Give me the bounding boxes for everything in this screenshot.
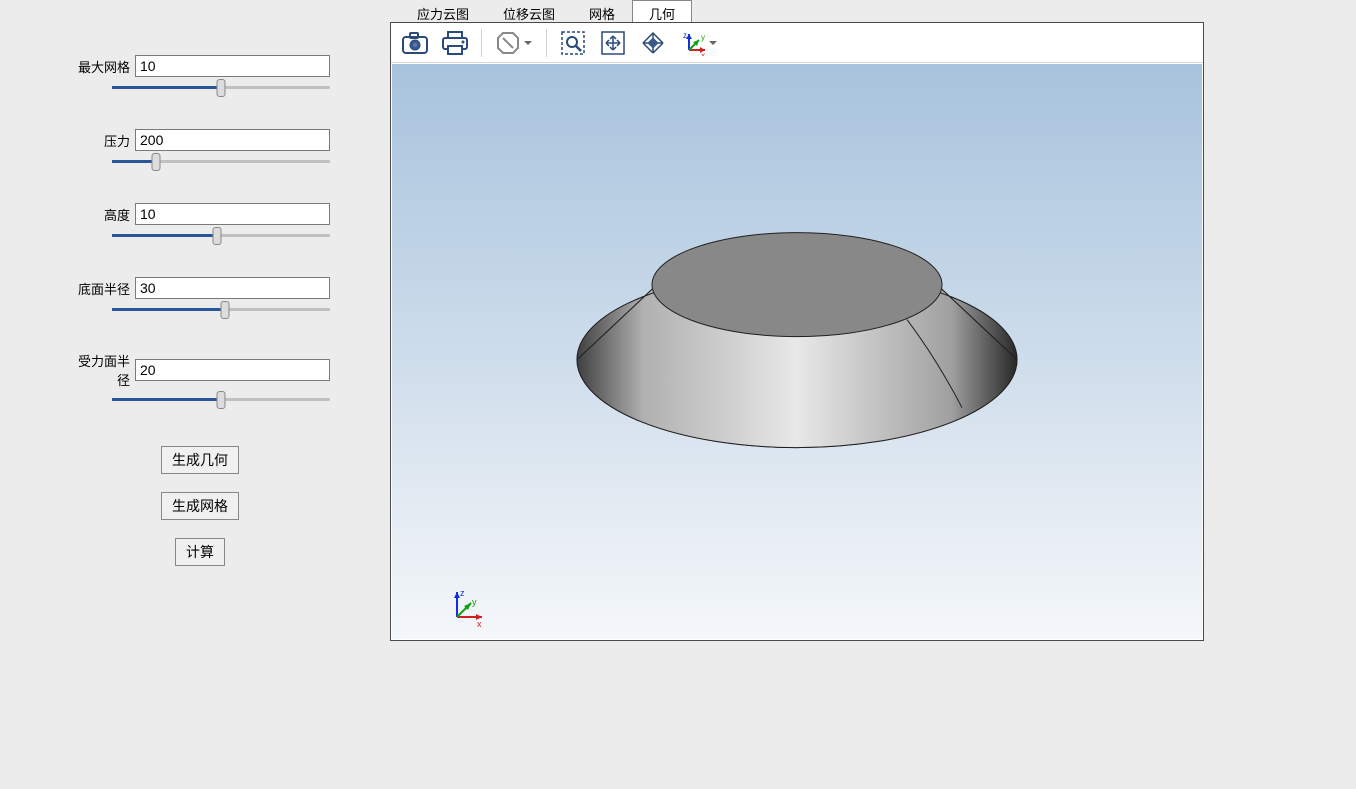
input-force-radius[interactable] [135,359,330,381]
camera-icon[interactable] [397,26,433,60]
generate-geometry-button[interactable]: 生成几何 [161,446,239,474]
zoom-box-icon[interactable] [555,26,591,60]
slider-pressure[interactable] [112,156,330,168]
label-max-mesh: 最大网格 [70,57,135,76]
chevron-down-icon [524,41,532,45]
svg-text:z: z [460,588,465,598]
svg-text:y: y [472,597,477,607]
field-pressure: 压力 [70,129,330,168]
geometry-shape [567,189,1027,469]
field-max-mesh: 最大网格 [70,55,330,94]
stop-icon [496,31,520,55]
viewport-panel: z y x [390,22,1204,641]
generate-mesh-button[interactable]: 生成网格 [161,492,239,520]
svg-text:x: x [477,619,482,627]
orientation-triad-icon: z x y [447,587,487,627]
pan-icon[interactable] [635,26,671,60]
svg-text:y: y [701,33,705,42]
field-force-radius: 受力面半径 [70,351,330,406]
svg-text:x: x [701,51,705,56]
rotate-dropdown[interactable]: z y x [675,26,723,60]
input-max-mesh[interactable] [135,55,330,77]
toolbar: z y x [391,23,1203,63]
fit-icon[interactable] [595,26,631,60]
3d-canvas[interactable]: z x y [392,64,1202,639]
slider-force-radius[interactable] [112,394,330,406]
input-height[interactable] [135,203,330,225]
field-base-radius: 底面半径 [70,277,330,316]
slider-base-radius[interactable] [112,304,330,316]
label-height: 高度 [70,205,135,224]
sidebar: 最大网格 压力 高度 [0,0,390,789]
compute-button[interactable]: 计算 [175,538,225,566]
viewport-area: 应力云图 位移云图 网格 几何 [390,0,1356,789]
slider-max-mesh[interactable] [112,82,330,94]
slider-height[interactable] [112,230,330,242]
input-base-radius[interactable] [135,277,330,299]
stop-dropdown[interactable] [490,26,538,60]
label-force-radius: 受力面半径 [70,351,135,389]
input-pressure[interactable] [135,129,330,151]
label-base-radius: 底面半径 [70,279,135,298]
axis-triad-icon: z y x [681,30,707,56]
field-height: 高度 [70,203,330,242]
print-icon[interactable] [437,26,473,60]
svg-text:z: z [683,31,687,40]
label-pressure: 压力 [70,131,135,150]
chevron-down-icon [709,41,717,45]
